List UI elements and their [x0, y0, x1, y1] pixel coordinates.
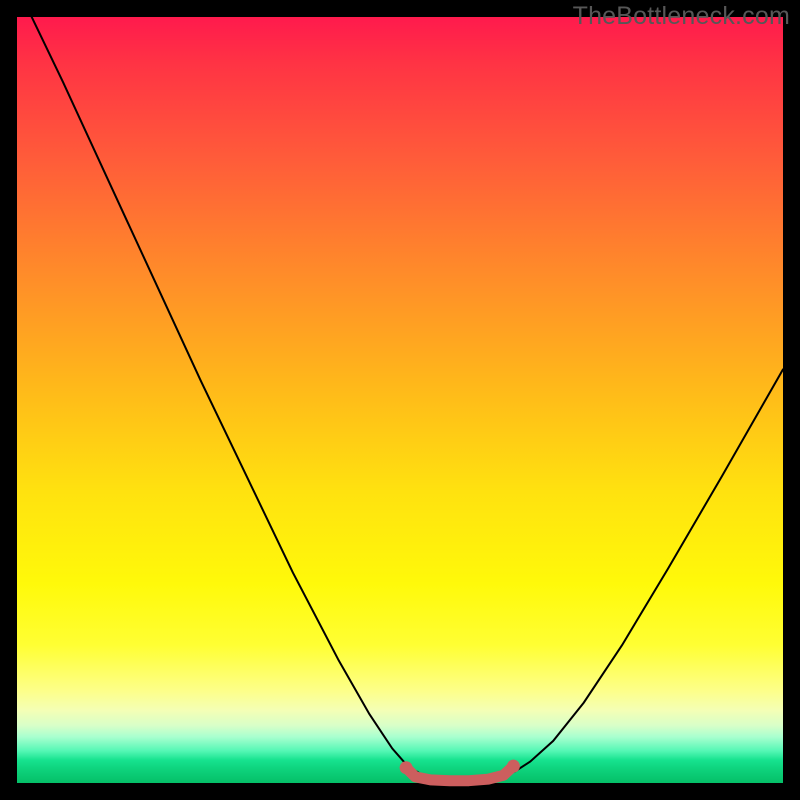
- chart-overlay: [17, 17, 783, 783]
- flat-region-marker: [406, 766, 513, 781]
- marker-dot-right: [507, 760, 520, 773]
- main-curve: [17, 0, 783, 779]
- marker-dot-left: [400, 761, 413, 774]
- chart-frame: TheBottleneck.com: [0, 0, 800, 800]
